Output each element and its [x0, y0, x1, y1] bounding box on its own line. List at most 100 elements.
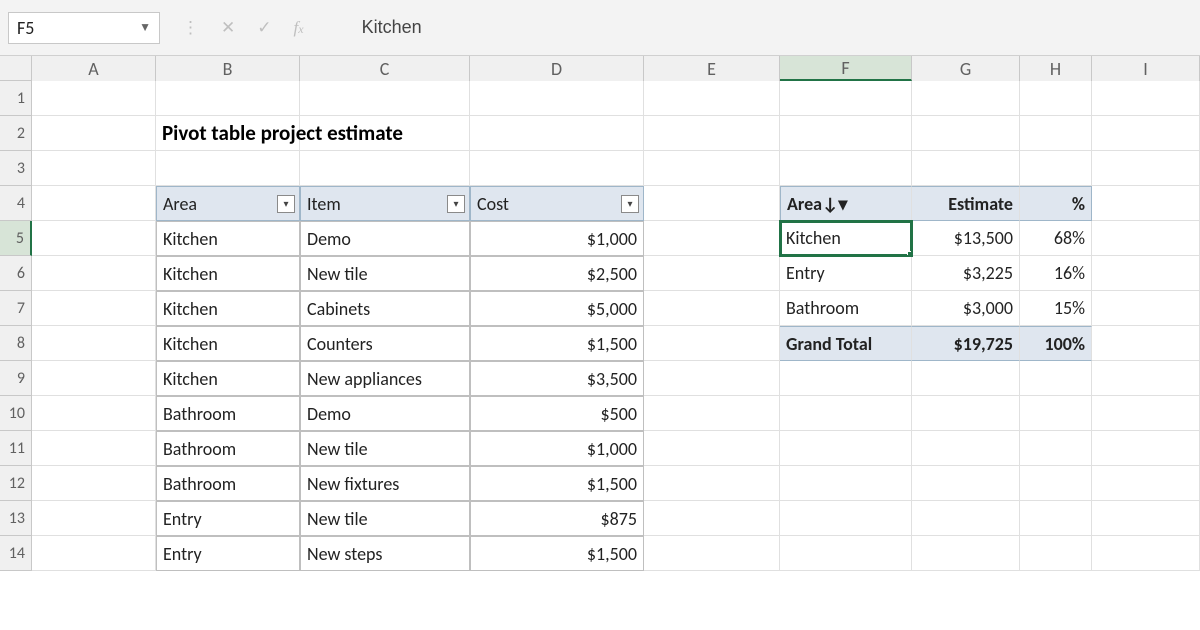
- src-area[interactable]: Kitchen: [156, 326, 300, 361]
- cell-D1[interactable]: [470, 81, 644, 116]
- column-header-E[interactable]: E: [644, 56, 780, 81]
- pvt-area[interactable]: Kitchen: [780, 221, 912, 256]
- column-header-F[interactable]: F: [780, 56, 912, 81]
- row-header-6[interactable]: 6: [0, 256, 32, 291]
- cell-F12[interactable]: [780, 466, 912, 501]
- cell-I7[interactable]: [1092, 291, 1200, 326]
- src-header-item[interactable]: Item▾: [300, 186, 470, 221]
- cell-H13[interactable]: [1020, 501, 1092, 536]
- cell-G13[interactable]: [912, 501, 1020, 536]
- column-header-A[interactable]: A: [32, 56, 156, 81]
- src-cost[interactable]: $500: [470, 396, 644, 431]
- cell-D3[interactable]: [470, 151, 644, 186]
- src-item[interactable]: Counters: [300, 326, 470, 361]
- src-item[interactable]: New fixtures: [300, 466, 470, 501]
- src-area[interactable]: Entry: [156, 501, 300, 536]
- cell-F13[interactable]: [780, 501, 912, 536]
- cell-E3[interactable]: [644, 151, 780, 186]
- cell-A12[interactable]: [32, 466, 156, 501]
- cell-I10[interactable]: [1092, 396, 1200, 431]
- cell-C1[interactable]: [300, 81, 470, 116]
- src-item[interactable]: New tile: [300, 256, 470, 291]
- src-area[interactable]: Kitchen: [156, 221, 300, 256]
- cell-E11[interactable]: [644, 431, 780, 466]
- cell-E13[interactable]: [644, 501, 780, 536]
- cell-D2[interactable]: [470, 116, 644, 151]
- src-area[interactable]: Kitchen: [156, 256, 300, 291]
- cell-H10[interactable]: [1020, 396, 1092, 431]
- cell-E7[interactable]: [644, 291, 780, 326]
- column-header-I[interactable]: I: [1092, 56, 1200, 81]
- cell-H14[interactable]: [1020, 536, 1092, 571]
- src-cost[interactable]: $1,000: [470, 221, 644, 256]
- cell-I4[interactable]: [1092, 186, 1200, 221]
- filter-icon[interactable]: ▾: [447, 195, 465, 213]
- cell-H11[interactable]: [1020, 431, 1092, 466]
- src-area[interactable]: Kitchen: [156, 361, 300, 396]
- cell-I14[interactable]: [1092, 536, 1200, 571]
- cell-G12[interactable]: [912, 466, 1020, 501]
- src-item[interactable]: Cabinets: [300, 291, 470, 326]
- cell-F11[interactable]: [780, 431, 912, 466]
- cell-F9[interactable]: [780, 361, 912, 396]
- src-cost[interactable]: $875: [470, 501, 644, 536]
- row-header-11[interactable]: 11: [0, 431, 32, 466]
- cell-I11[interactable]: [1092, 431, 1200, 466]
- pvt-estimate[interactable]: $3,000: [912, 291, 1020, 326]
- pvt-pct[interactable]: 68%: [1020, 221, 1092, 256]
- cell-A5[interactable]: [32, 221, 156, 256]
- cell-E1[interactable]: [644, 81, 780, 116]
- row-header-12[interactable]: 12: [0, 466, 32, 501]
- cell-E6[interactable]: [644, 256, 780, 291]
- cell-I3[interactable]: [1092, 151, 1200, 186]
- cancel-icon[interactable]: ✕: [221, 17, 235, 38]
- pvt-total-estimate[interactable]: $19,725: [912, 326, 1020, 361]
- src-header-cost[interactable]: Cost▾: [470, 186, 644, 221]
- src-area[interactable]: Bathroom: [156, 396, 300, 431]
- src-area[interactable]: Bathroom: [156, 431, 300, 466]
- pvt-estimate[interactable]: $3,225: [912, 256, 1020, 291]
- fx-icon[interactable]: fx: [294, 18, 304, 38]
- src-item[interactable]: New appliances: [300, 361, 470, 396]
- src-cost[interactable]: $1,000: [470, 431, 644, 466]
- cell-G1[interactable]: [912, 81, 1020, 116]
- row-header-8[interactable]: 8: [0, 326, 32, 361]
- src-cost[interactable]: $5,000: [470, 291, 644, 326]
- row-header-3[interactable]: 3: [0, 151, 32, 186]
- src-header-area[interactable]: Area▾: [156, 186, 300, 221]
- pvt-area[interactable]: Bathroom: [780, 291, 912, 326]
- cell-I1[interactable]: [1092, 81, 1200, 116]
- cell-B1[interactable]: [156, 81, 300, 116]
- cell-E8[interactable]: [644, 326, 780, 361]
- pvt-header-pct[interactable]: %: [1020, 186, 1092, 221]
- cell-G9[interactable]: [912, 361, 1020, 396]
- src-cost[interactable]: $1,500: [470, 326, 644, 361]
- pvt-estimate[interactable]: $13,500: [912, 221, 1020, 256]
- cell-F10[interactable]: [780, 396, 912, 431]
- cells-area[interactable]: Pivot table project estimateArea▾Item▾Co…: [32, 81, 1200, 571]
- cell-F2[interactable]: [780, 116, 912, 151]
- cell-G14[interactable]: [912, 536, 1020, 571]
- column-header-C[interactable]: C: [300, 56, 470, 81]
- column-header-H[interactable]: H: [1020, 56, 1092, 81]
- cell-G10[interactable]: [912, 396, 1020, 431]
- row-header-13[interactable]: 13: [0, 501, 32, 536]
- cell-A9[interactable]: [32, 361, 156, 396]
- cell-A4[interactable]: [32, 186, 156, 221]
- selection-handle[interactable]: [907, 251, 912, 256]
- cell-H9[interactable]: [1020, 361, 1092, 396]
- row-header-7[interactable]: 7: [0, 291, 32, 326]
- cell-I6[interactable]: [1092, 256, 1200, 291]
- cell-B3[interactable]: [156, 151, 300, 186]
- chevron-down-icon[interactable]: ▼: [139, 20, 151, 35]
- cell-E14[interactable]: [644, 536, 780, 571]
- cell-F14[interactable]: [780, 536, 912, 571]
- cell-H2[interactable]: [1020, 116, 1092, 151]
- cell-H3[interactable]: [1020, 151, 1092, 186]
- check-icon[interactable]: ✓: [257, 17, 271, 38]
- src-cost[interactable]: $3,500: [470, 361, 644, 396]
- filter-icon[interactable]: ▾: [621, 195, 639, 213]
- cell-G2[interactable]: [912, 116, 1020, 151]
- cell-I2[interactable]: [1092, 116, 1200, 151]
- src-cost[interactable]: $2,500: [470, 256, 644, 291]
